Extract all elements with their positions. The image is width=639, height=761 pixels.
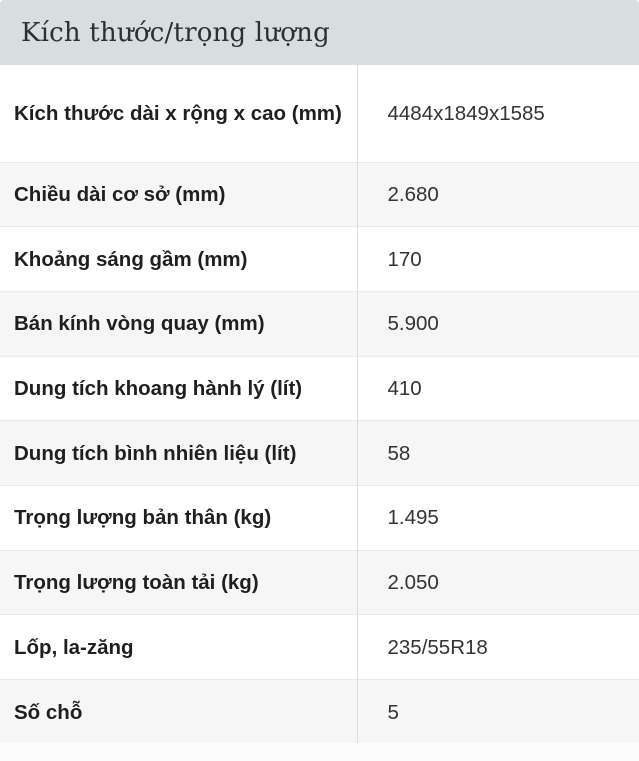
spec-row-gross-weight: Trọng lượng toàn tải (kg) 2.050 [0,549,639,615]
section-title: Kích thước/trọng lượng [21,17,330,48]
spec-value: 4484x1849x1585 [387,101,545,125]
spec-row-wheelbase: Chiều dài cơ sở (mm) 2.680 [0,161,639,227]
spec-label: Dung tích khoang hành lý (lít) [0,355,358,421]
spec-label: Bán kính vòng quay (mm) [0,290,358,357]
spec-label: Lốp, la-zăng [0,614,358,680]
table-footer-spacer [0,743,639,761]
spec-label: Trọng lượng bản thân (kg) [0,484,358,551]
spec-label: Trọng lượng toàn tải (kg) [0,549,358,615]
spec-value: 5 [357,679,639,745]
spec-row-turning-radius: Bán kính vòng quay (mm) 5.900 [0,290,639,357]
spec-table: Kích thước dài x rộng x cao (mm) 4484x18… [0,65,639,745]
spec-value: 410 [357,355,639,421]
spec-label: Kích thước dài x rộng x cao (mm) [0,65,358,162]
spec-row-trunk-capacity: Dung tích khoang hành lý (lít) 410 [0,355,639,421]
spec-value: 1.495 [357,484,639,551]
spec-label: Khoảng sáng gầm (mm) [0,226,358,292]
spec-row-seats: Số chỗ 5 [0,679,639,745]
section-header: Kích thước/trọng lượng [0,0,639,65]
spec-row-ground-clearance: Khoảng sáng gầm (mm) 170 [0,226,639,292]
spec-row-dimensions: Kích thước dài x rộng x cao (mm) 4484x18… [0,65,639,162]
spec-value: 170 [357,226,639,292]
spec-label: Chiều dài cơ sở (mm) [0,161,358,227]
spec-value: 2.050 [357,549,639,615]
spec-row-curb-weight: Trọng lượng bản thân (kg) 1.495 [0,484,639,551]
spec-label: Dung tích bình nhiên liệu (lít) [0,420,358,486]
spec-label: Số chỗ [0,679,358,745]
spec-row-fuel-tank: Dung tích bình nhiên liệu (lít) 58 [0,420,639,486]
spec-value: 5.900 [357,290,639,357]
spec-card: Kích thước/trọng lượng Kích thước dài x … [0,0,639,761]
spec-row-tires: Lốp, la-zăng 235/55R18 [0,614,639,680]
spec-value: 2.680 [357,161,639,227]
spec-value: 58 [357,420,639,486]
spec-value: 235/55R18 [357,614,639,680]
